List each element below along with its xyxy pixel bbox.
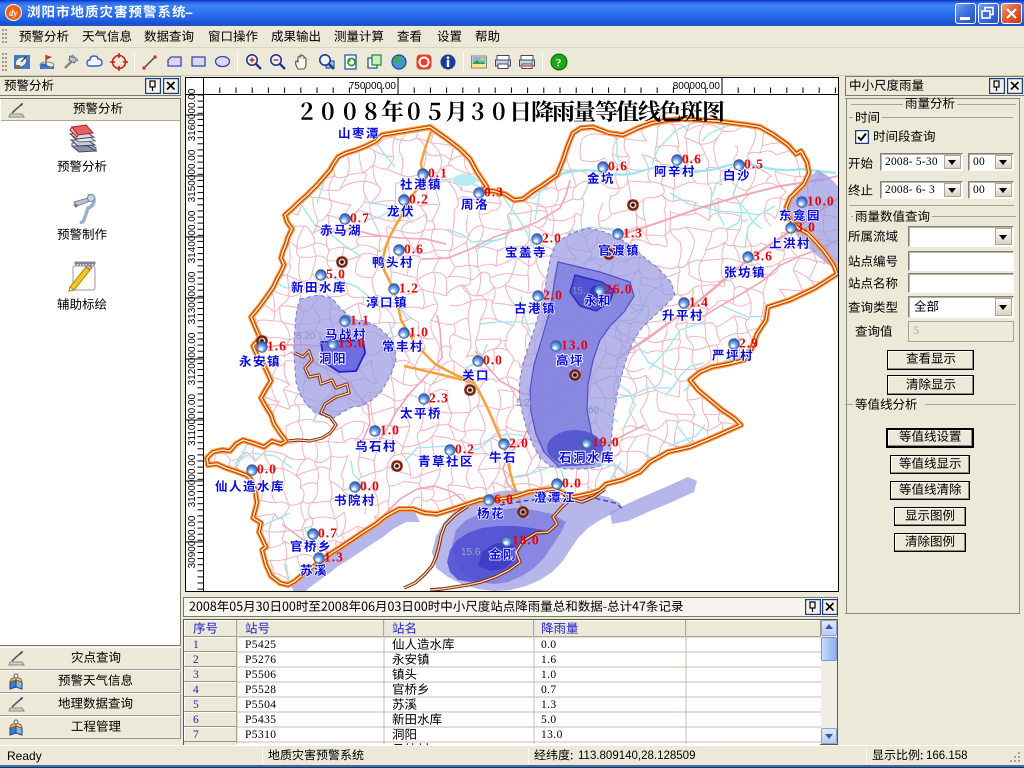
- svg-text:13.0: 13.0: [338, 336, 366, 351]
- svg-text:15.6: 15.6: [461, 547, 481, 558]
- svg-text:13.0: 13.0: [561, 338, 589, 353]
- svg-text:1.6: 1.6: [267, 339, 287, 354]
- svg-text:1.0: 1.0: [409, 325, 429, 340]
- svg-text:1.2: 1.2: [399, 281, 419, 296]
- svg-text:15.: 15.: [572, 286, 586, 297]
- svg-text:2.3: 2.3: [429, 391, 449, 406]
- svg-text:3130000.00: 3130000.00: [187, 271, 198, 324]
- svg-text:2.0: 2.0: [543, 288, 563, 303]
- svg-text:5.0: 5.0: [326, 267, 346, 282]
- svg-text:5.20: 5.20: [296, 331, 316, 342]
- svg-text:750000.00: 750000.00: [349, 81, 397, 92]
- svg-text:3150000.00: 3150000.00: [187, 149, 198, 202]
- svg-text:0.7: 0.7: [350, 211, 370, 226]
- svg-text:0.5: 0.5: [744, 157, 764, 172]
- svg-text:2.0: 2.0: [509, 436, 529, 451]
- svg-text:0.0: 0.0: [562, 476, 582, 491]
- svg-text:1.3: 1.3: [324, 550, 344, 565]
- svg-text:6.0: 6.0: [494, 492, 514, 507]
- svg-text:1.1: 1.1: [350, 313, 370, 328]
- svg-text:0.3: 0.3: [484, 185, 504, 200]
- svg-text:10.40: 10.40: [546, 416, 571, 427]
- svg-text:0.6: 0.6: [608, 159, 628, 174]
- svg-text:2.9: 2.9: [739, 336, 759, 351]
- svg-text:0.2: 0.2: [455, 442, 475, 457]
- svg-text:0.7: 0.7: [318, 526, 338, 541]
- svg-text:18.0: 18.0: [512, 533, 540, 548]
- svg-text:10.0: 10.0: [807, 194, 835, 209]
- svg-text:800000.00: 800000.00: [673, 81, 721, 92]
- svg-text:26.0: 26.0: [605, 282, 633, 297]
- svg-text:0.0: 0.0: [483, 353, 503, 368]
- svg-text:0.6: 0.6: [404, 242, 424, 257]
- svg-text:3110000.00: 3110000.00: [187, 394, 198, 447]
- svg-text:15.60: 15.60: [574, 405, 599, 416]
- svg-text:3090000.00: 3090000.00: [187, 515, 198, 568]
- svg-text:3.0: 3.0: [796, 220, 816, 235]
- svg-text:1.0: 1.0: [380, 423, 400, 438]
- svg-text:3100000.00: 3100000.00: [187, 454, 198, 507]
- svg-text:3.6: 3.6: [753, 249, 773, 264]
- svg-text:0.0: 0.0: [360, 479, 380, 494]
- svg-text:1.4: 1.4: [689, 295, 709, 310]
- svg-text:0.6: 0.6: [682, 152, 702, 167]
- svg-text:1.3: 1.3: [623, 226, 643, 241]
- svg-text:2.0: 2.0: [542, 231, 562, 246]
- svg-text:0.2: 0.2: [409, 192, 429, 207]
- svg-text:5.20: 5.20: [516, 398, 536, 409]
- svg-text:3140000.00: 3140000.00: [187, 210, 198, 263]
- svg-text:19.0: 19.0: [592, 435, 620, 450]
- svg-text:3120000.00: 3120000.00: [187, 332, 198, 385]
- svg-text:3160000.00: 3160000.00: [187, 88, 198, 141]
- svg-text:0.0: 0.0: [257, 462, 277, 477]
